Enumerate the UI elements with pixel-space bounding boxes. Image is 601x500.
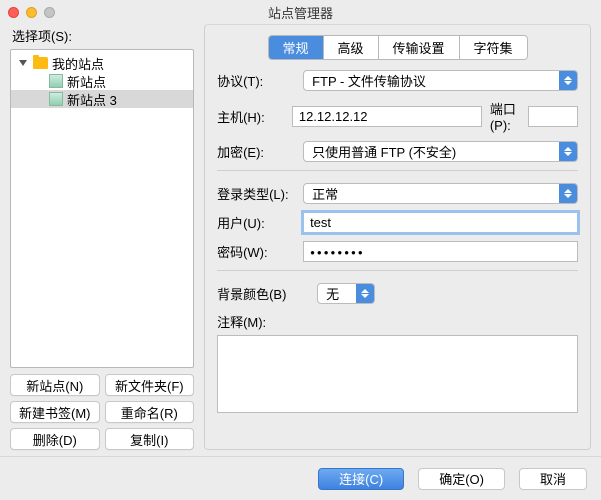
protocol-label: 协议(T):: [217, 71, 295, 90]
tab-charset[interactable]: 字符集: [460, 36, 527, 59]
dropdown-arrows-icon: [559, 184, 577, 203]
ok-button[interactable]: 确定(O): [418, 468, 505, 490]
server-icon: [49, 74, 63, 88]
encryption-select[interactable]: 只使用普通 FTP (不安全): [303, 141, 578, 162]
bgcolor-value: 无: [326, 284, 356, 303]
tree-root-label: 我的站点: [52, 54, 104, 73]
dropdown-arrows-icon: [559, 71, 577, 90]
protocol-value: FTP - 文件传输协议: [312, 71, 559, 90]
rename-button[interactable]: 重命名(R): [105, 401, 195, 423]
right-pane: 常规 高级 传输设置 字符集 协议(T): FTP - 文件传输协议 主机(H)…: [204, 24, 591, 450]
folder-icon: [33, 57, 48, 69]
host-label: 主机(H):: [217, 107, 284, 126]
comment-label: 注释(M):: [217, 312, 309, 331]
tab-bar: 常规 高级 传输设置 字符集: [217, 35, 578, 60]
tree-item[interactable]: 新站点: [11, 72, 193, 90]
encryption-value: 只使用普通 FTP (不安全): [312, 142, 559, 161]
logon-type-select[interactable]: 正常: [303, 183, 578, 204]
new-bookmark-button[interactable]: 新建书签(M): [10, 401, 100, 423]
port-label: 端口(P):: [490, 99, 522, 133]
tree-root[interactable]: 我的站点: [11, 54, 193, 72]
logon-type-label: 登录类型(L):: [217, 184, 295, 203]
logon-type-value: 正常: [312, 184, 559, 203]
new-site-button[interactable]: 新站点(N): [10, 374, 100, 396]
tab-advanced[interactable]: 高级: [324, 36, 379, 59]
window-title: 站点管理器: [0, 3, 601, 22]
tree-item-label: 新站点 3: [67, 90, 117, 109]
titlebar: 站点管理器: [0, 0, 601, 24]
dropdown-arrows-icon: [559, 142, 577, 161]
divider: [217, 270, 578, 271]
server-icon: [49, 92, 63, 106]
site-tree[interactable]: 我的站点 新站点 新站点 3: [10, 49, 194, 368]
tab-general[interactable]: 常规: [269, 36, 324, 59]
comment-textarea[interactable]: [217, 335, 578, 413]
user-label: 用户(U):: [217, 213, 295, 232]
tree-item-label: 新站点: [67, 72, 106, 91]
user-input[interactable]: [303, 212, 578, 233]
left-pane: 选择项(S): 我的站点 新站点 新站点 3 新站点(N) 新文件夹(F) 新建…: [10, 24, 194, 450]
protocol-select[interactable]: FTP - 文件传输协议: [303, 70, 578, 91]
connect-button[interactable]: 连接(C): [318, 468, 404, 490]
select-label: 选择项(S):: [12, 26, 194, 45]
password-label: 密码(W):: [217, 242, 295, 261]
copy-button[interactable]: 复制(I): [105, 428, 195, 450]
disclosure-triangle-icon[interactable]: [19, 60, 27, 66]
delete-button[interactable]: 删除(D): [10, 428, 100, 450]
bgcolor-label: 背景颜色(B): [217, 284, 309, 303]
tab-transfer[interactable]: 传输设置: [379, 36, 460, 59]
port-input[interactable]: [528, 106, 578, 127]
encryption-label: 加密(E):: [217, 142, 295, 161]
new-folder-button[interactable]: 新文件夹(F): [105, 374, 195, 396]
divider: [217, 170, 578, 171]
dialog-footer: 连接(C) 确定(O) 取消: [0, 456, 601, 500]
password-input[interactable]: ●●●●●●●●: [303, 241, 578, 262]
host-input[interactable]: [292, 106, 482, 127]
bgcolor-select[interactable]: 无: [317, 283, 375, 304]
dropdown-arrows-icon: [356, 284, 374, 303]
cancel-button[interactable]: 取消: [519, 468, 587, 490]
tree-item-selected[interactable]: 新站点 3: [11, 90, 193, 108]
